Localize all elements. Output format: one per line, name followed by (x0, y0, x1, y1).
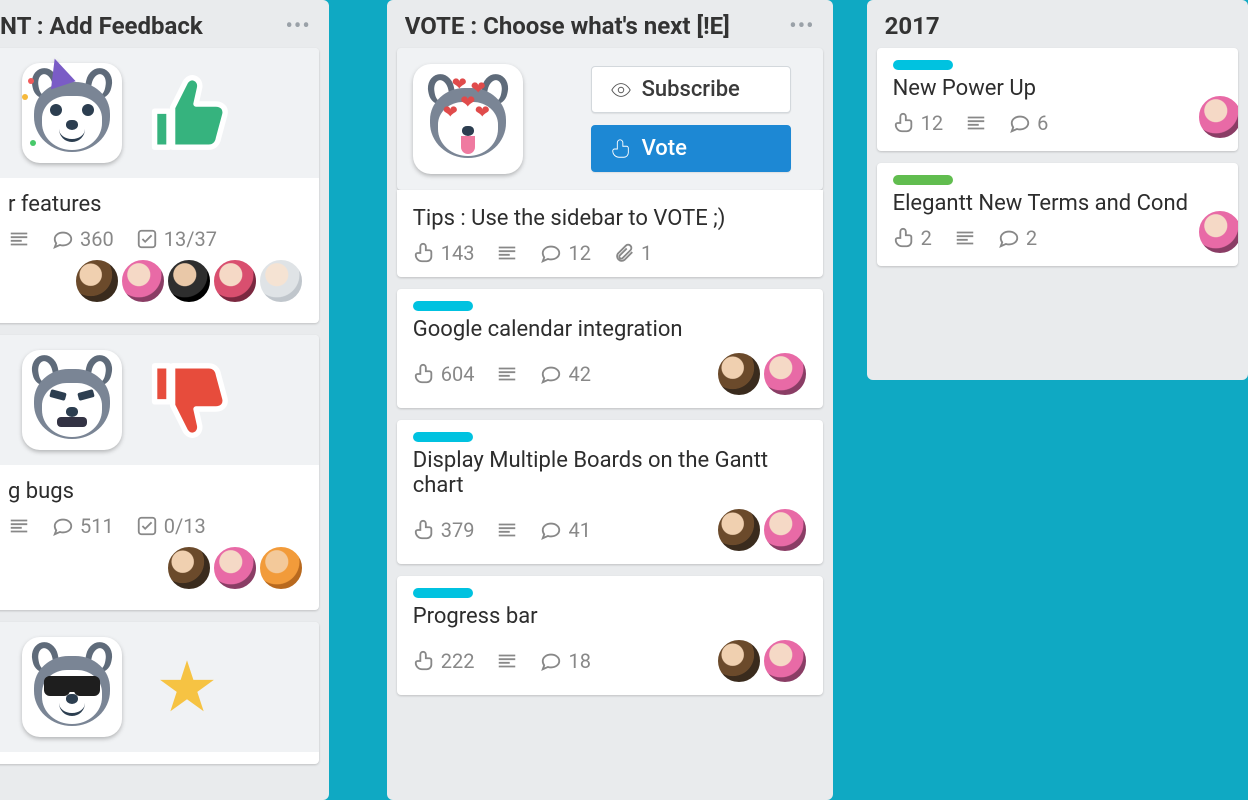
card-members (717, 352, 807, 396)
comments-icon: 511 (52, 514, 114, 538)
card-title: Google calendar integration (413, 317, 807, 342)
sticker-husky-cool (22, 637, 122, 737)
avatar[interactable] (717, 639, 761, 683)
card-badges: 222 18 (413, 649, 591, 673)
vote-icon: 12 (893, 111, 943, 135)
card-badges: 360 13/37 (0, 227, 303, 251)
card-members (717, 639, 807, 683)
vote-icon: 143 (413, 241, 475, 265)
description-icon (496, 242, 518, 264)
description-icon (496, 363, 518, 385)
card-members (8, 259, 303, 303)
card-members (8, 546, 303, 590)
sticker-husky-angry (22, 350, 122, 450)
comments-icon: 6 (1009, 111, 1048, 135)
card-badges: 604 42 (413, 362, 591, 386)
card-cover: ★ (0, 622, 319, 752)
avatar[interactable] (717, 508, 761, 552)
avatar[interactable] (167, 259, 211, 303)
avatar[interactable] (259, 546, 303, 590)
label-blue[interactable] (413, 432, 473, 442)
card-title: Progress bar (413, 604, 807, 629)
card-tips[interactable]: Tips : Use the sidebar to VOTE ;) 143 12… (397, 190, 823, 277)
card-features[interactable]: r features 360 13/37 (0, 48, 319, 323)
card-cover (0, 335, 319, 465)
card-title: r features (8, 192, 303, 217)
description-icon (954, 227, 976, 249)
card-title: Display Multiple Boards on the Gantt cha… (413, 448, 807, 498)
avatar[interactable] (763, 639, 807, 683)
comments-icon: 42 (540, 362, 590, 386)
list-vote: VOTE : Choose what's next [!E] ••• ❤❤❤ (387, 0, 833, 800)
avatar[interactable] (259, 259, 303, 303)
avatar[interactable] (213, 546, 257, 590)
card-members (717, 508, 807, 552)
comments-icon: 360 (52, 227, 114, 251)
avatar[interactable] (763, 508, 807, 552)
comments-icon: 12 (540, 241, 590, 265)
card-progress-bar[interactable]: Progress bar 222 18 (397, 576, 823, 695)
list-feedback: NT : Add Feedback ••• (0, 0, 329, 800)
avatar[interactable] (213, 259, 257, 303)
card-title: Tips : Use the sidebar to VOTE ;) (413, 206, 807, 231)
board: NT : Add Feedback ••• (0, 0, 1248, 800)
sticker-thumbs-down (142, 355, 232, 445)
list-2017: 2017 New Power Up 12 6 Elegantt New Term… (867, 0, 1248, 380)
avatar[interactable] (167, 546, 211, 590)
card-bugs[interactable]: g bugs 511 0/13 (0, 335, 319, 610)
avatar[interactable] (1198, 95, 1238, 139)
attachment-icon: 1 (613, 241, 652, 265)
description-icon (8, 515, 30, 537)
description-icon (8, 228, 30, 250)
avatar[interactable] (75, 259, 119, 303)
comments-icon: 2 (998, 226, 1037, 250)
comments-icon: 18 (540, 649, 590, 673)
avatar[interactable] (121, 259, 165, 303)
sticker-thumbs-up (142, 68, 232, 158)
card-badges: 511 0/13 (0, 514, 303, 538)
sticker-husky-party (22, 63, 122, 163)
subscribe-button[interactable]: Subscribe (591, 66, 791, 113)
vote-icon: 379 (413, 518, 475, 542)
card-badges: 143 12 1 (413, 241, 807, 265)
list-title-2017[interactable]: 2017 (885, 12, 940, 40)
card-multi-boards[interactable]: Display Multiple Boards on the Gantt cha… (397, 420, 823, 564)
vote-icon: 222 (413, 649, 475, 673)
list-title-feedback[interactable]: NT : Add Feedback (0, 12, 203, 40)
card-vote-header[interactable]: ❤❤❤ Subscribe Vote (397, 48, 823, 190)
card-cool[interactable]: ★ (0, 622, 319, 764)
label-blue[interactable] (413, 301, 473, 311)
card-title: Elegantt New Terms and Cond (893, 191, 1222, 216)
card-cover (0, 48, 319, 178)
vote-icon: 604 (413, 362, 475, 386)
card-terms[interactable]: Elegantt New Terms and Cond 2 2 (877, 163, 1238, 266)
card-gcal[interactable]: Google calendar integration 604 42 (397, 289, 823, 408)
vote-button[interactable]: Vote (591, 125, 791, 172)
label-blue[interactable] (893, 60, 953, 70)
card-power-up[interactable]: New Power Up 12 6 (877, 48, 1238, 151)
list-title-vote[interactable]: VOTE : Choose what's next [!E] (405, 12, 730, 40)
description-icon (965, 112, 987, 134)
label-blue[interactable] (413, 588, 473, 598)
sticker-husky-love: ❤❤❤ (413, 64, 523, 174)
card-members (893, 210, 1222, 254)
card-title: g bugs (8, 479, 303, 504)
avatar[interactable] (1198, 210, 1238, 254)
label-green[interactable] (893, 175, 953, 185)
list-menu-vote-icon[interactable]: ••• (789, 14, 814, 39)
avatar[interactable] (763, 352, 807, 396)
description-icon (496, 650, 518, 672)
comments-icon: 41 (540, 518, 590, 542)
checklist-icon: 0/13 (136, 514, 206, 538)
vote-icon: 2 (893, 226, 932, 250)
description-icon (496, 519, 518, 541)
sticker-star: ★ (142, 642, 232, 732)
card-badges: 379 41 (413, 518, 591, 542)
avatar[interactable] (717, 352, 761, 396)
list-menu-feedback-icon[interactable]: ••• (285, 14, 310, 39)
checklist-icon: 13/37 (136, 227, 217, 251)
